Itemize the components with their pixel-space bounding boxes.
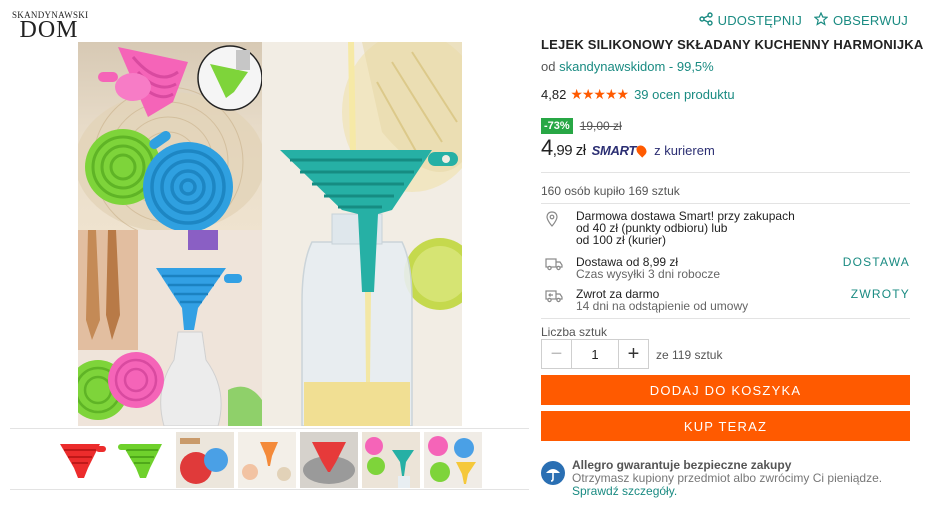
guarantee-text: Otrzymasz kupiony przedmiot albo zwrócim… bbox=[572, 471, 883, 485]
smart-badge[interactable]: SMART bbox=[591, 142, 649, 160]
brand-logo[interactable]: SKANDYNAWSKI DOM bbox=[12, 10, 88, 43]
share-icon bbox=[698, 12, 713, 29]
thumbnail-red-funnel-in-pot[interactable] bbox=[300, 432, 358, 488]
seller-info: od skandynawskidom - 99,5% bbox=[541, 59, 714, 74]
guarantee-details-link[interactable]: Sprawdź szczegóły. bbox=[572, 484, 677, 498]
rating-count-link[interactable]: 39 ocen produktu bbox=[634, 87, 734, 102]
return-truck-icon bbox=[545, 289, 563, 303]
guarantee-title: Allegro gwarantuje bezpieczne zakupy bbox=[572, 458, 792, 472]
quantity-stepper: − + bbox=[541, 339, 649, 369]
image-tile-funnel-in-vase bbox=[78, 230, 262, 426]
current-price: 4,99 zł bbox=[541, 135, 586, 161]
buy-now-button[interactable]: KUP TERAZ bbox=[541, 411, 910, 441]
star-outline-icon bbox=[813, 11, 829, 29]
product-actions: UDOSTĘPNIJ OBSERWUJ bbox=[698, 11, 908, 29]
bought-count: 160 osób kupiło 169 sztuk bbox=[541, 184, 680, 198]
quantity-input[interactable] bbox=[572, 340, 618, 368]
thumbnail-strip bbox=[10, 428, 529, 490]
thumbnail-funnel-collage[interactable] bbox=[362, 432, 420, 488]
seller-link[interactable]: skandynawskidom - 99,5% bbox=[559, 59, 714, 74]
returns-info: Zwrot za darmo 14 dni na odstąpienie od … bbox=[541, 288, 910, 314]
thumbnail-funnel-pair[interactable] bbox=[176, 432, 234, 488]
price-row: 4,99 zł SMART z kurierem bbox=[541, 135, 715, 161]
shipping-time: Czas wysyłki 3 dni robocze bbox=[576, 267, 721, 281]
location-pin-icon bbox=[545, 211, 561, 227]
divider bbox=[541, 318, 910, 319]
product-title: LEJEK SILIKONOWY SKŁADANY KUCHENNY HARMO… bbox=[541, 37, 924, 52]
smart-label: SMART bbox=[591, 143, 637, 158]
shipping-link[interactable]: DOSTAWA bbox=[843, 256, 910, 268]
watch-button[interactable]: OBSERWUJ bbox=[813, 11, 908, 29]
returns-link[interactable]: ZWROTY bbox=[851, 288, 910, 300]
discount-badge: -73% bbox=[541, 118, 573, 134]
seller-prefix: od bbox=[541, 59, 556, 74]
shipping-info: Dostawa od 8,99 zł Czas wysyłki 3 dni ro… bbox=[541, 256, 910, 282]
return-terms: 14 dni na odstąpienie od umowy bbox=[576, 299, 749, 313]
umbrella-shield-icon bbox=[541, 461, 565, 485]
product-rating: 4,82 ★★★★★ 39 ocen produktu bbox=[541, 86, 735, 103]
image-tile-funnels-on-mat bbox=[78, 42, 262, 230]
quantity-decrease-button[interactable]: − bbox=[542, 340, 572, 368]
price-main: 4 bbox=[541, 135, 553, 160]
old-price: 19,00 zł bbox=[579, 119, 622, 133]
rating-stars-icon: ★★★★★ bbox=[570, 86, 629, 102]
free-delivery-line3: od 100 zł (kurier) bbox=[576, 233, 667, 247]
truck-icon bbox=[545, 257, 563, 271]
thumbnail-red-funnel[interactable] bbox=[52, 432, 110, 488]
price-cents: ,99 zł bbox=[552, 142, 586, 159]
thumbnail-funnel-set[interactable] bbox=[424, 432, 482, 488]
free-delivery-info: Darmowa dostawa Smart! przy zakupach od … bbox=[541, 210, 910, 248]
rating-value: 4,82 bbox=[541, 87, 567, 102]
smart-pin-icon bbox=[634, 143, 649, 158]
divider bbox=[541, 172, 910, 173]
image-tile-funnel-in-bottle bbox=[262, 42, 462, 426]
thumbnail-green-funnel[interactable] bbox=[114, 432, 172, 488]
divider bbox=[541, 203, 910, 204]
quantity-available: ze 119 sztuk bbox=[656, 348, 723, 362]
brand-logo-line2: DOM bbox=[19, 17, 79, 43]
main-product-image[interactable] bbox=[78, 42, 462, 426]
quantity-label: Liczba sztuk bbox=[541, 325, 608, 339]
watch-label: OBSERWUJ bbox=[832, 13, 908, 28]
add-to-cart-button[interactable]: DODAJ DO KOSZYKA bbox=[541, 375, 910, 405]
share-button[interactable]: UDOSTĘPNIJ bbox=[698, 12, 802, 29]
discount-row: -73% 19,00 zł bbox=[541, 118, 622, 134]
thumbnail-funnel-kitchen[interactable] bbox=[238, 432, 296, 488]
share-label: UDOSTĘPNIJ bbox=[717, 13, 802, 28]
courier-label: z kurierem bbox=[654, 143, 715, 158]
quantity-increase-button[interactable]: + bbox=[618, 340, 648, 368]
